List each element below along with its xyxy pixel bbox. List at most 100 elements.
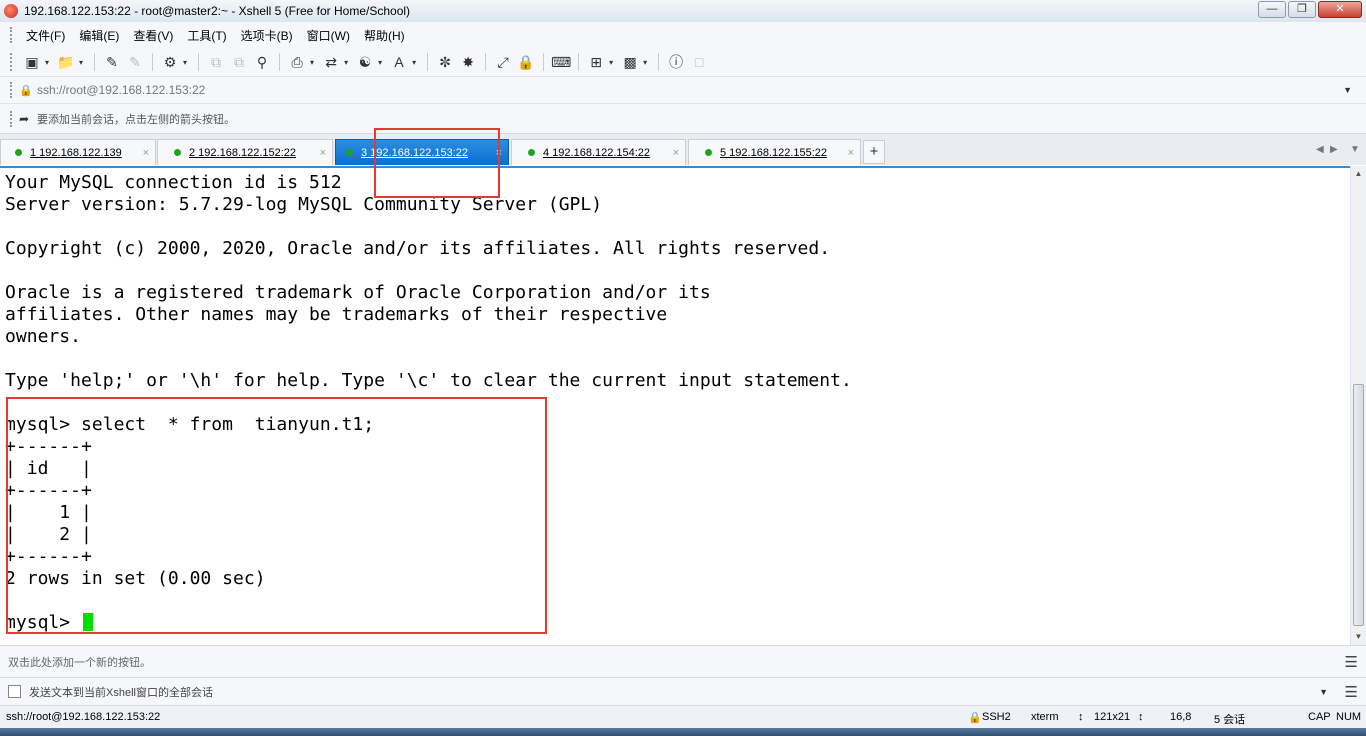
- tab-session-1[interactable]: 1 192.168.122.139 ×: [0, 139, 156, 165]
- font-icon[interactable]: A: [389, 52, 409, 72]
- globe-icon[interactable]: ☯: [355, 52, 375, 72]
- lock-icon: 🔒: [19, 84, 33, 97]
- close-tab-icon[interactable]: ×: [848, 147, 854, 159]
- tab-bar: 1 192.168.122.139 × 2 192.168.122.152:22…: [0, 133, 1366, 165]
- menubar-grip[interactable]: [10, 27, 13, 43]
- tab-session-5[interactable]: 5 192.168.122.155:22 ×: [688, 139, 861, 165]
- window-controls: — ❐ ✕: [1258, 1, 1362, 18]
- close-button[interactable]: ✕: [1318, 1, 1362, 18]
- help-icon[interactable]: ⓘ: [666, 52, 686, 72]
- chevron-down-icon[interactable]: ▾: [609, 58, 613, 67]
- address-input[interactable]: 🔒 ssh://root@192.168.122.153:22 ▼: [19, 80, 1356, 101]
- toolbar-divider: [543, 53, 545, 71]
- toolbar-divider: [198, 53, 200, 71]
- layout-icon[interactable]: ▩: [620, 52, 640, 72]
- maximize-button[interactable]: ❐: [1288, 1, 1316, 18]
- cursor-position-icon: ↕: [1138, 711, 1144, 723]
- links-bar: ➦ 要添加当前会话，点击左侧的箭头按钮。: [0, 103, 1366, 133]
- open-folder-icon[interactable]: 📁: [56, 52, 76, 72]
- chat-icon[interactable]: □: [689, 52, 709, 72]
- xftp-icon[interactable]: ✼: [435, 52, 455, 72]
- reconnect-icon[interactable]: ✎: [102, 52, 122, 72]
- title-bar: 192.168.122.153:22 - root@master2:~ - Xs…: [0, 0, 1366, 22]
- paste-icon[interactable]: ⧉: [229, 52, 249, 72]
- terminal-scrollbar[interactable]: ▲ ▼: [1350, 166, 1366, 645]
- chevron-down-icon[interactable]: ▾: [412, 58, 416, 67]
- quick-command-hint: 双击此处添加一个新的按钮。: [8, 656, 151, 669]
- chevron-down-icon[interactable]: ▾: [310, 58, 314, 67]
- scroll-down-icon[interactable]: ▼: [1351, 629, 1366, 645]
- chevron-down-icon[interactable]: ▼: [1343, 85, 1352, 95]
- tab-session-2[interactable]: 2 192.168.122.152:22 ×: [157, 139, 333, 165]
- scroll-up-icon[interactable]: ▲: [1351, 166, 1366, 182]
- toolbar-divider: [427, 53, 429, 71]
- status-term: xterm: [1031, 711, 1059, 723]
- tab-session-4[interactable]: 4 192.168.122.154:22 ×: [511, 139, 686, 165]
- tab-scroll-left-icon[interactable]: ◀: [1316, 144, 1324, 155]
- find-icon[interactable]: ⚲: [252, 52, 272, 72]
- lock-icon: 🔒: [968, 712, 982, 724]
- menu-edit[interactable]: 编辑(E): [72, 27, 126, 44]
- copy-icon[interactable]: ⧉: [206, 52, 226, 72]
- new-tab-button[interactable]: +: [863, 140, 885, 164]
- resize-icon: ↕: [1078, 711, 1084, 723]
- address-value[interactable]: ssh://root@192.168.122.153:22: [37, 83, 205, 97]
- chevron-down-icon[interactable]: ▾: [378, 58, 382, 67]
- addressbar-grip[interactable]: [10, 82, 13, 98]
- menu-window[interactable]: 窗口(W): [300, 27, 357, 44]
- menu-bar: 文件(F) 编辑(E) 查看(V) 工具(T) 选项卡(B) 窗口(W) 帮助(…: [0, 22, 1366, 48]
- toolbar-divider: [94, 53, 96, 71]
- address-bar: 🔒 ssh://root@192.168.122.153:22 ▼: [0, 76, 1366, 103]
- connected-status-icon: [705, 149, 712, 156]
- close-tab-icon[interactable]: ×: [320, 147, 326, 159]
- menu-file[interactable]: 文件(F): [19, 27, 72, 44]
- connected-status-icon: [174, 149, 181, 156]
- print-icon[interactable]: ⎙: [287, 52, 307, 72]
- chevron-down-icon[interactable]: ▾: [45, 58, 49, 67]
- linksbar-grip[interactable]: [10, 110, 13, 127]
- toolbar: ▣ ▾ 📁 ▾ ✎ ✎ ⚙ ▾ ⧉ ⧉ ⚲ ⎙ ▾ ⇄ ▾ ☯ ▾ A ▾ ✼ ✸ ⤢ 🔒 ⌨…: [0, 48, 1366, 76]
- minimize-button[interactable]: —: [1258, 1, 1286, 18]
- toolbar-divider: [485, 53, 487, 71]
- close-tab-icon[interactable]: ×: [673, 147, 679, 159]
- menu-tools[interactable]: 工具(T): [180, 27, 233, 44]
- tab-scroll-right-icon[interactable]: ▶: [1330, 144, 1338, 155]
- menu-icon[interactable]: ☰: [1345, 653, 1358, 671]
- add-tab-icon[interactable]: ⊞: [586, 52, 606, 72]
- connected-status-icon: [528, 149, 535, 156]
- compose-bar: 发送文本到当前Xshell窗口的全部会话 ▼ ☰: [0, 677, 1366, 705]
- send-to-all-checkbox[interactable]: [8, 685, 21, 698]
- chevron-down-icon[interactable]: ▾: [344, 58, 348, 67]
- links-hint: 要添加当前会话，点击左侧的箭头按钮。: [37, 113, 235, 126]
- lock-icon[interactable]: 🔒: [516, 52, 536, 72]
- chevron-down-icon[interactable]: ▾: [183, 58, 187, 67]
- menu-view[interactable]: 查看(V): [126, 27, 180, 44]
- xshell-app-icon[interactable]: [4, 4, 18, 18]
- xmanager-icon[interactable]: ✸: [458, 52, 478, 72]
- tab-label: 1 192.168.122.139: [30, 146, 122, 159]
- toolbar-grip[interactable]: [10, 53, 13, 71]
- transfer-icon[interactable]: ⇄: [321, 52, 341, 72]
- new-session-icon[interactable]: ▣: [22, 52, 42, 72]
- fullscreen-icon[interactable]: ⤢: [493, 52, 513, 72]
- compose-input[interactable]: 发送文本到当前Xshell窗口的全部会话: [29, 684, 213, 700]
- menu-tabs[interactable]: 选项卡(B): [234, 27, 300, 44]
- disconnect-icon[interactable]: ✎: [125, 52, 145, 72]
- add-session-arrow-icon[interactable]: ➦: [19, 112, 37, 126]
- close-tab-icon[interactable]: ×: [143, 147, 149, 159]
- tab-label: 4 192.168.122.154:22: [543, 146, 651, 159]
- chevron-down-icon[interactable]: ▼: [1319, 687, 1328, 697]
- menu-icon[interactable]: ☰: [1345, 683, 1358, 701]
- toolbar-divider: [279, 53, 281, 71]
- menu-help[interactable]: 帮助(H): [357, 27, 412, 44]
- chevron-down-icon[interactable]: ▾: [643, 58, 647, 67]
- status-bar: ssh://root@192.168.122.153:22 🔒 SSH2 xte…: [0, 705, 1366, 728]
- toolbar-divider: [578, 53, 580, 71]
- properties-icon[interactable]: ⚙: [160, 52, 180, 72]
- tab-list-icon[interactable]: ▼: [1350, 144, 1360, 155]
- chevron-down-icon[interactable]: ▾: [79, 58, 83, 67]
- quick-command-bar[interactable]: 双击此处添加一个新的按钮。 ☰: [0, 645, 1366, 677]
- keyboard-icon[interactable]: ⌨: [551, 52, 571, 72]
- os-taskbar: [0, 728, 1366, 736]
- scrollbar-thumb[interactable]: [1353, 384, 1364, 626]
